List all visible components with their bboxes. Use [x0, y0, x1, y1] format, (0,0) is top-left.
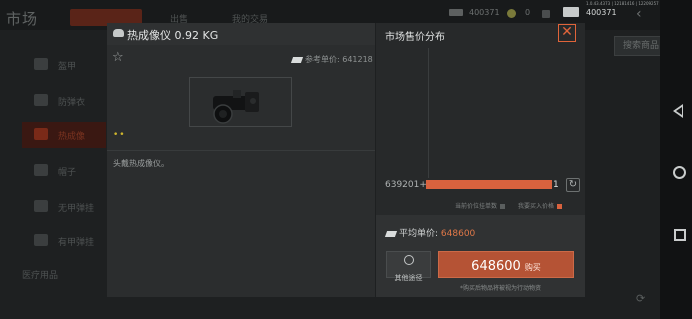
money-amount: 400371 [469, 8, 500, 17]
sidebar-item-chest-rig[interactable]: 无甲弹挂 [22, 194, 106, 220]
refresh-icon[interactable]: ↻ [566, 178, 580, 192]
nav-recent-icon[interactable] [674, 229, 686, 241]
money-icon [290, 56, 304, 63]
close-icon[interactable]: ✕ [558, 24, 576, 42]
rarity-dots: •• [113, 130, 126, 140]
helmet-weight-icon [113, 29, 124, 37]
helmet-icon [34, 164, 48, 176]
legend-current-orders: 当前价位挂单数 [455, 201, 506, 210]
item-name: 热成像仪 0.92 KG [127, 29, 219, 42]
coin-amount: 0 [525, 8, 531, 17]
sidebar-item-thermal[interactable]: 热成像 [22, 122, 106, 148]
coin-icon [507, 9, 516, 18]
buy-button[interactable]: 648600 购买 [438, 251, 574, 278]
average-price: 平均单价: 648600 [384, 226, 476, 239]
price-bucket-count: 1 [553, 180, 559, 190]
version-status: 1.0.43.4373 | 12181416 | 12209257 | [586, 1, 662, 6]
sidebar-item-helmet[interactable]: 帽子 [22, 158, 106, 184]
legend-mine-label: 我要买入价格 [518, 203, 555, 210]
thermal-icon [34, 128, 48, 140]
buy-label: 购买 [524, 263, 541, 272]
legend-current-swatch [500, 204, 506, 209]
reference-price-text: 参考单价: 641218 [305, 55, 373, 64]
price-bucket-bar [426, 180, 552, 189]
item-description: 头戴热成像仪。 [113, 159, 169, 168]
other-channels-label: 其他途径 [394, 274, 423, 282]
sidebar-item-armored-rig[interactable]: 有甲弹挂 [22, 228, 106, 254]
sidebar-item-vest[interactable]: 防弹衣 [22, 88, 106, 114]
wallet-icon [563, 7, 579, 17]
legend-mine-swatch [557, 204, 563, 209]
distribution-chart [376, 45, 585, 195]
vest-icon [34, 94, 48, 106]
legend-my-price: 我要买入价格 [518, 201, 563, 210]
reference-price: 参考单价: 641218 [290, 54, 373, 65]
detail-divider [107, 150, 375, 151]
wallet-amount: 400371 [586, 8, 617, 17]
buy-price: 648600 [471, 259, 521, 274]
thermal-device-icon [213, 90, 259, 124]
sidebar-section-medical[interactable]: 医疗用品 [22, 268, 58, 281]
back-arrow-icon[interactable]: ‹ [636, 6, 642, 22]
android-nav-bar [660, 0, 692, 319]
average-price-value: 648600 [440, 229, 476, 239]
sidebar-item-armor[interactable]: 盔甲 [22, 52, 106, 78]
nav-home-icon[interactable] [673, 166, 686, 179]
star-icon[interactable]: ☆ [112, 50, 124, 65]
price-bucket-label: 639201+ [385, 180, 427, 190]
money-icon [384, 230, 398, 237]
chart-axis [428, 48, 429, 178]
distribution-title: 市场售价分布 [385, 32, 445, 43]
other-channels-button[interactable]: 其他途径 [386, 251, 431, 282]
scroll-icon[interactable]: ⟳ [636, 292, 645, 305]
money-icon [449, 9, 463, 16]
chest-rig-icon [34, 200, 48, 212]
armor-icon [34, 58, 48, 70]
market-title: 市场 [6, 10, 39, 28]
purchase-note: *购买后物品将被视为行动物资 [460, 285, 542, 292]
nav-back-icon-inner [676, 107, 682, 115]
average-price-label: 平均单价: [399, 229, 439, 239]
search-icon [403, 255, 414, 265]
legend-current-label: 当前价位挂单数 [455, 203, 498, 210]
armored-rig-icon [34, 234, 48, 246]
add-icon[interactable] [542, 10, 550, 18]
